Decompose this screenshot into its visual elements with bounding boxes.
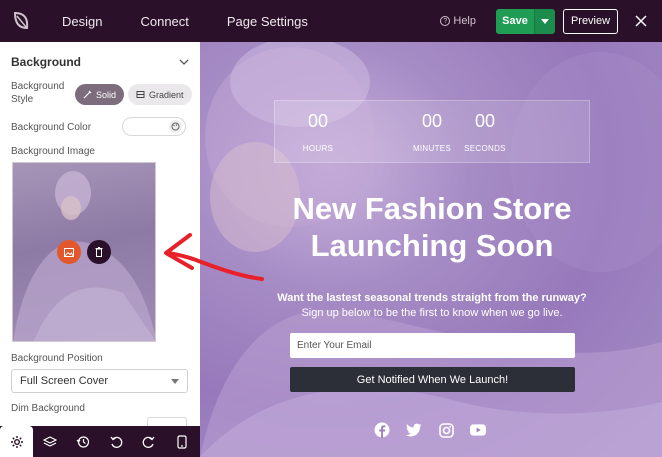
social-links bbox=[374, 422, 502, 438]
nav-design[interactable]: Design bbox=[62, 14, 102, 29]
palette-icon bbox=[169, 120, 182, 133]
settings-icon[interactable] bbox=[0, 426, 33, 457]
help-link[interactable]: ? Help bbox=[440, 15, 476, 27]
countdown-seconds: 00 SECONDS bbox=[450, 111, 520, 153]
mobile-preview-icon[interactable] bbox=[165, 426, 198, 457]
background-position-value: Full Screen Cover bbox=[20, 375, 109, 387]
remove-image-button[interactable] bbox=[87, 240, 111, 264]
countdown-hours: 00 HOURS bbox=[283, 111, 353, 153]
background-style-label: Background Style bbox=[11, 81, 65, 105]
background-position-label: Background Position bbox=[11, 353, 103, 364]
preview-button[interactable]: Preview bbox=[563, 8, 618, 34]
background-color-picker[interactable] bbox=[122, 117, 186, 136]
page-headline: New Fashion Store Launching Soon bbox=[260, 190, 604, 264]
chevron-down-icon bbox=[179, 59, 189, 65]
image-icon bbox=[64, 247, 74, 257]
background-section-header[interactable]: Background bbox=[11, 55, 189, 69]
bottom-toolbar bbox=[0, 426, 200, 457]
background-style-toggle: Solid Gradient bbox=[75, 84, 192, 105]
save-button[interactable]: Save bbox=[496, 8, 534, 34]
undo-icon[interactable] bbox=[99, 426, 132, 457]
seedprod-logo-icon[interactable] bbox=[0, 0, 42, 42]
chevron-down-icon bbox=[541, 18, 549, 24]
countdown-seconds-value: 00 bbox=[474, 111, 496, 131]
background-position-select[interactable]: Full Screen Cover bbox=[11, 369, 188, 393]
top-bar: Design Connect Page Settings ? Help Save… bbox=[0, 0, 662, 42]
headline-line-2: Launching Soon bbox=[310, 228, 554, 263]
dim-background-label: Dim Background bbox=[11, 403, 85, 414]
save-options-button[interactable] bbox=[534, 8, 555, 34]
replace-image-button[interactable] bbox=[57, 240, 81, 264]
email-input[interactable]: Enter Your Email bbox=[290, 333, 575, 358]
style-solid-label: Solid bbox=[96, 89, 117, 100]
style-gradient-label: Gradient bbox=[149, 89, 184, 100]
background-image-label: Background Image bbox=[11, 146, 95, 157]
save-button-group: Save bbox=[496, 8, 555, 34]
countdown-timer: 00 HOURS 00 MINUTES 00 SECONDS bbox=[274, 100, 590, 163]
twitter-icon[interactable] bbox=[406, 422, 422, 438]
redo-icon[interactable] bbox=[132, 426, 165, 457]
style-gradient-option[interactable]: Gradient bbox=[128, 84, 192, 105]
chevron-down-icon bbox=[171, 379, 179, 384]
headline-line-1: New Fashion Store bbox=[292, 191, 572, 226]
settings-sidebar: Background Background Style Solid Gradie… bbox=[0, 42, 200, 457]
youtube-icon[interactable] bbox=[470, 422, 486, 438]
gradient-icon bbox=[136, 91, 145, 98]
top-actions: ? Help Save Preview bbox=[440, 0, 662, 42]
background-color-label: Background Color bbox=[11, 122, 92, 133]
section-title: Background bbox=[11, 55, 82, 69]
facebook-icon[interactable] bbox=[374, 422, 390, 438]
help-icon: ? bbox=[440, 16, 451, 26]
page-preview-canvas[interactable]: 00 HOURS 00 MINUTES 00 SECONDS New Fashi… bbox=[200, 42, 662, 457]
background-image-thumbnail[interactable] bbox=[12, 162, 156, 342]
instagram-icon[interactable] bbox=[438, 422, 454, 438]
style-solid-option[interactable]: Solid bbox=[75, 84, 125, 105]
trash-icon bbox=[95, 247, 103, 257]
countdown-seconds-label: SECONDS bbox=[464, 144, 506, 153]
thumbnail-photo bbox=[13, 171, 155, 341]
nav-page-settings[interactable]: Page Settings bbox=[227, 14, 308, 29]
nav-connect[interactable]: Connect bbox=[140, 14, 188, 29]
subheadline: Want the lastest seasonal trends straigh… bbox=[277, 292, 587, 304]
brush-icon bbox=[83, 90, 92, 99]
close-icon[interactable] bbox=[630, 10, 652, 32]
layers-icon[interactable] bbox=[33, 426, 66, 457]
countdown-hours-value: 00 bbox=[307, 111, 329, 131]
notify-button[interactable]: Get Notified When We Launch! bbox=[290, 367, 575, 392]
countdown-hours-label: HOURS bbox=[302, 144, 334, 153]
subtext: Sign up below to be the first to know wh… bbox=[301, 307, 563, 319]
history-icon[interactable] bbox=[66, 426, 99, 457]
help-label: Help bbox=[453, 15, 476, 27]
